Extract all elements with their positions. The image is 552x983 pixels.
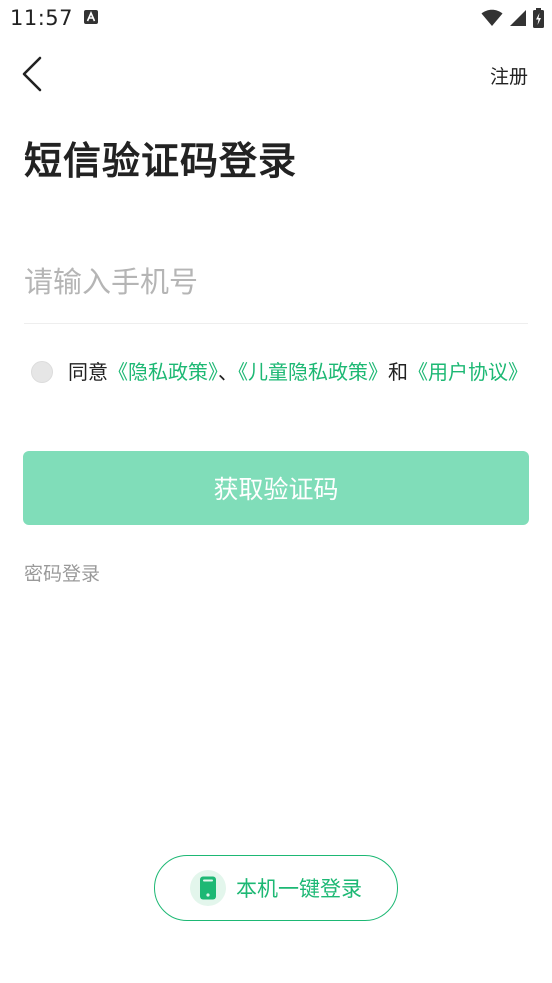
status-bar: 11:57 bbox=[0, 0, 552, 36]
password-login-link[interactable]: 密码登录 bbox=[24, 559, 100, 586]
status-time: 11:57 bbox=[10, 6, 74, 30]
register-link[interactable]: 注册 bbox=[490, 62, 528, 89]
agreement-text: 同意《隐私政策》、《儿童隐私政策》和《用户协议》 bbox=[68, 356, 532, 389]
user-agreement-link[interactable]: 《用户协议》 bbox=[408, 360, 528, 384]
chevron-left-icon bbox=[22, 56, 42, 92]
phone-number-input[interactable] bbox=[24, 252, 528, 312]
input-divider bbox=[24, 323, 528, 324]
one-key-login-label: 本机一键登录 bbox=[236, 877, 362, 901]
get-code-button[interactable]: 获取验证码 bbox=[23, 451, 529, 525]
wifi-icon bbox=[481, 9, 503, 26]
children-privacy-policy-link[interactable]: 《儿童隐私政策》 bbox=[238, 360, 388, 384]
agreement-checkbox[interactable] bbox=[31, 361, 53, 383]
page-title: 短信验证码登录 bbox=[24, 139, 298, 183]
agreement-separator: 、 bbox=[218, 360, 238, 384]
app-notification-icon bbox=[84, 10, 98, 24]
agreement-conjunction: 和 bbox=[388, 360, 408, 384]
one-key-login-button[interactable]: 本机一键登录 bbox=[154, 855, 398, 921]
phone-icon-badge bbox=[190, 870, 226, 906]
agreement-prefix: 同意 bbox=[68, 360, 108, 384]
signal-icon bbox=[510, 10, 526, 26]
back-button[interactable] bbox=[18, 54, 58, 94]
privacy-policy-link[interactable]: 《隐私政策》 bbox=[108, 360, 218, 384]
battery-charging-icon bbox=[533, 8, 544, 28]
status-indicators bbox=[481, 8, 544, 28]
phone-icon bbox=[200, 876, 216, 900]
